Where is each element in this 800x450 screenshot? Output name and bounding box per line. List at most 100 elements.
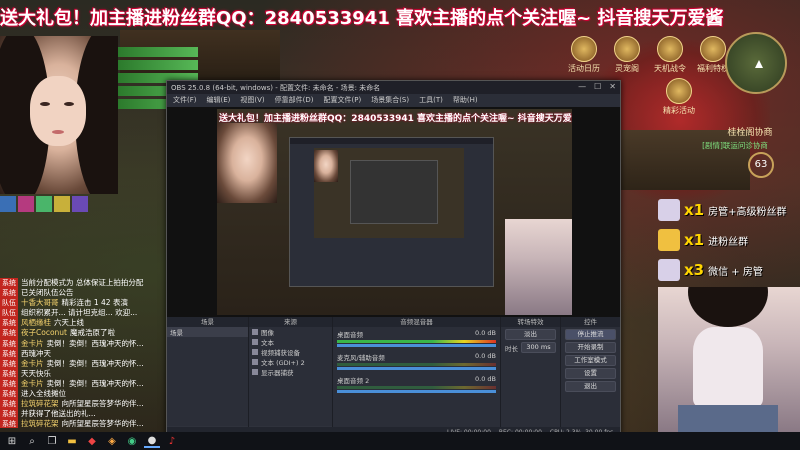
- source-item[interactable]: 显示器捕获: [249, 367, 332, 377]
- obs-icon[interactable]: ●: [144, 434, 160, 448]
- preview-canvas: 送大礼包！加主播进粉丝群QQ：2840533941 喜欢主播的点个关注喔~ 抖音…: [217, 109, 572, 315]
- minimize-icon[interactable]: —: [578, 82, 586, 91]
- chat-username[interactable]: 拉筑碎花架: [21, 399, 59, 409]
- close-icon[interactable]: ✕: [609, 82, 616, 91]
- chat-badge: 系统: [0, 358, 18, 369]
- studio-mode-button[interactable]: 工作室模式: [565, 355, 616, 366]
- chat-text: 已关闭队伍公告: [21, 288, 74, 298]
- game-client-icon[interactable]: ◈: [104, 434, 120, 448]
- settings-button[interactable]: 设置: [565, 368, 616, 379]
- gift-icon: [658, 199, 680, 221]
- chat-username[interactable]: 金卡片: [21, 339, 44, 349]
- chat-username[interactable]: 风栖缘桂: [21, 318, 51, 328]
- chat-overlay: 系统 当前分配模式为 总体保证上拍拍分配 系统 已关闭队伍公告 队伍 十香大哥哥 精彩连击 …: [0, 278, 170, 428]
- chat-message: 系统 进入全线摊位: [0, 389, 170, 400]
- game-launcher-icon[interactable]: ◆: [84, 434, 100, 448]
- menu-tools[interactable]: 工具(T): [419, 95, 443, 105]
- minimap[interactable]: [725, 32, 787, 94]
- scenes-dock: 场景 场景 + − ⌃ ⌄: [167, 317, 249, 437]
- exit-button[interactable]: 退出: [565, 381, 616, 392]
- mixer-dock-title: 音频混音器: [333, 317, 500, 327]
- chat-username[interactable]: 夜子Coconut: [21, 328, 67, 338]
- quest-title: 桂栓阁协商: [727, 128, 773, 138]
- menu-help[interactable]: 帮助(H): [453, 95, 478, 105]
- chat-username[interactable]: 拉筑碎花架: [21, 419, 59, 428]
- pet-icon[interactable]: 灵宠阁: [608, 36, 646, 76]
- chat-username[interactable]: 十香大哥哥: [21, 298, 59, 308]
- chat-text: 魔戒浩原了啦: [70, 328, 115, 338]
- audio-meter: [337, 340, 496, 343]
- menu-view[interactable]: 视图(V): [240, 95, 264, 105]
- menu-file[interactable]: 文件(F): [173, 95, 197, 105]
- source-item[interactable]: 视频捕获设备: [249, 347, 332, 357]
- events-icon[interactable]: 精彩活动: [660, 78, 698, 118]
- chat-message: 系统 夜子Coconut 魔戒浩原了啦: [0, 328, 170, 339]
- game-top-hud: 活动日历 灵宠阁 天机战令 福利特权: [565, 36, 732, 76]
- audio-meter: [337, 386, 496, 389]
- preview-webcam: [217, 123, 277, 203]
- battle-pass-icon[interactable]: 天机战令: [651, 36, 689, 76]
- menu-docks[interactable]: 停靠部件(D): [275, 95, 314, 105]
- gift-count: x1: [684, 201, 705, 219]
- chat-username[interactable]: 金卡片: [21, 379, 44, 389]
- music-icon[interactable]: ♪: [164, 434, 180, 448]
- volume-slider[interactable]: [337, 367, 496, 370]
- transitions-dock-title: 转场特效: [501, 317, 560, 327]
- maximize-icon[interactable]: ☐: [594, 82, 601, 91]
- obs-menubar: 文件(F) 编辑(E) 视图(V) 停靠部件(D) 配置文件(P) 场景集合(S…: [167, 94, 620, 106]
- menu-profile[interactable]: 配置文件(P): [324, 95, 362, 105]
- gift-row: x3 微信 + 房管: [658, 255, 800, 285]
- mixer-channel: 桌面音频 2 0.0 dB: [333, 373, 500, 396]
- menu-edit[interactable]: 编辑(E): [207, 95, 231, 105]
- chat-text: 向所望星辰答梦华的伴...: [61, 419, 144, 428]
- screen: 送大礼包！加主播进粉丝群QQ：2840533941 喜欢主播的点个关注喔~ 抖音…: [0, 0, 800, 450]
- chat-message: 系统 西瑰冲天: [0, 348, 170, 359]
- chat-username[interactable]: 金卡片: [21, 359, 44, 369]
- volume-slider[interactable]: [337, 390, 496, 393]
- chat-text: 卖倒！卖倒！西瑰冲天的怀...: [46, 378, 144, 388]
- obs-window[interactable]: OBS 25.0.8 (64-bit, windows) - 配置文件: 未命名…: [166, 80, 621, 437]
- chat-badge: 系统: [0, 338, 18, 349]
- chat-badge: 系统: [0, 419, 18, 428]
- browser-icon[interactable]: ◉: [124, 434, 140, 448]
- chat-badge: 队伍: [0, 308, 18, 319]
- source-item[interactable]: 文本: [249, 337, 332, 347]
- chat-text: 组织积累开... 请计坦克组... 欢迎...: [21, 308, 138, 318]
- chat-text: 六天上线: [54, 318, 84, 328]
- chat-badge: 系统: [0, 288, 18, 299]
- chat-text: 精彩连击 1 42 表演: [61, 298, 128, 308]
- stop-streaming-button[interactable]: 停止推流: [565, 329, 616, 340]
- source-item[interactable]: 文本 (GDI+) 2: [249, 357, 332, 367]
- gift-count: x3: [684, 261, 705, 279]
- task-view-icon[interactable]: ❐: [44, 434, 60, 448]
- search-icon[interactable]: ⌕: [24, 434, 40, 448]
- transition-select[interactable]: 淡出: [505, 329, 556, 340]
- chat-badge: 系统: [0, 348, 18, 359]
- source-item[interactable]: 图像: [249, 327, 332, 337]
- chat-message: 系统 已关闭队伍公告: [0, 288, 170, 299]
- obs-titlebar[interactable]: OBS 25.0.8 (64-bit, windows) - 配置文件: 未命名…: [167, 81, 620, 94]
- nested-obs-preview: [289, 137, 494, 287]
- start-recording-button[interactable]: 开始录制: [565, 342, 616, 353]
- file-explorer-icon[interactable]: ▬: [64, 434, 80, 448]
- windows-start-icon[interactable]: ⊞: [4, 434, 20, 448]
- webcam-face: [0, 36, 118, 194]
- duration-input[interactable]: 300 ms: [521, 342, 556, 353]
- chat-message: 队伍 组织积累开... 请计坦克组... 欢迎...: [0, 308, 170, 319]
- calendar-icon[interactable]: 活动日历: [565, 36, 603, 76]
- sources-dock: 来源 图像 文本 视频捕获设备 文本 (GDI+) 2 显示器捕获 + − ⚙ …: [249, 317, 333, 437]
- chat-text: 进入全线摊位: [21, 389, 66, 399]
- scenes-dock-title: 场景: [167, 317, 248, 327]
- mixer-channel: 桌面音频 0.0 dB: [333, 327, 500, 350]
- scene-item[interactable]: 场景: [167, 327, 248, 337]
- chat-message: 系统 金卡片 卖倒！卖倒！西瑰冲天的怀...: [0, 358, 170, 369]
- obs-docks: 场景 场景 + − ⌃ ⌄ 来源 图像 文本 视频捕获设备 文本 (GDI+) …: [167, 317, 620, 437]
- gift-row: x1 房管+高级粉丝群: [658, 195, 800, 225]
- gift-icon: [658, 229, 680, 251]
- controls-dock: 控件 停止推流 开始录制 工作室模式 设置 退出: [561, 317, 620, 437]
- chat-text: 天天快乐: [21, 368, 51, 378]
- menu-scene-collection[interactable]: 场景集合(S): [371, 95, 409, 105]
- gift-text: 微信 + 房管: [708, 266, 763, 278]
- gift-text: 房管+高级粉丝群: [708, 206, 787, 218]
- volume-slider[interactable]: [337, 344, 496, 347]
